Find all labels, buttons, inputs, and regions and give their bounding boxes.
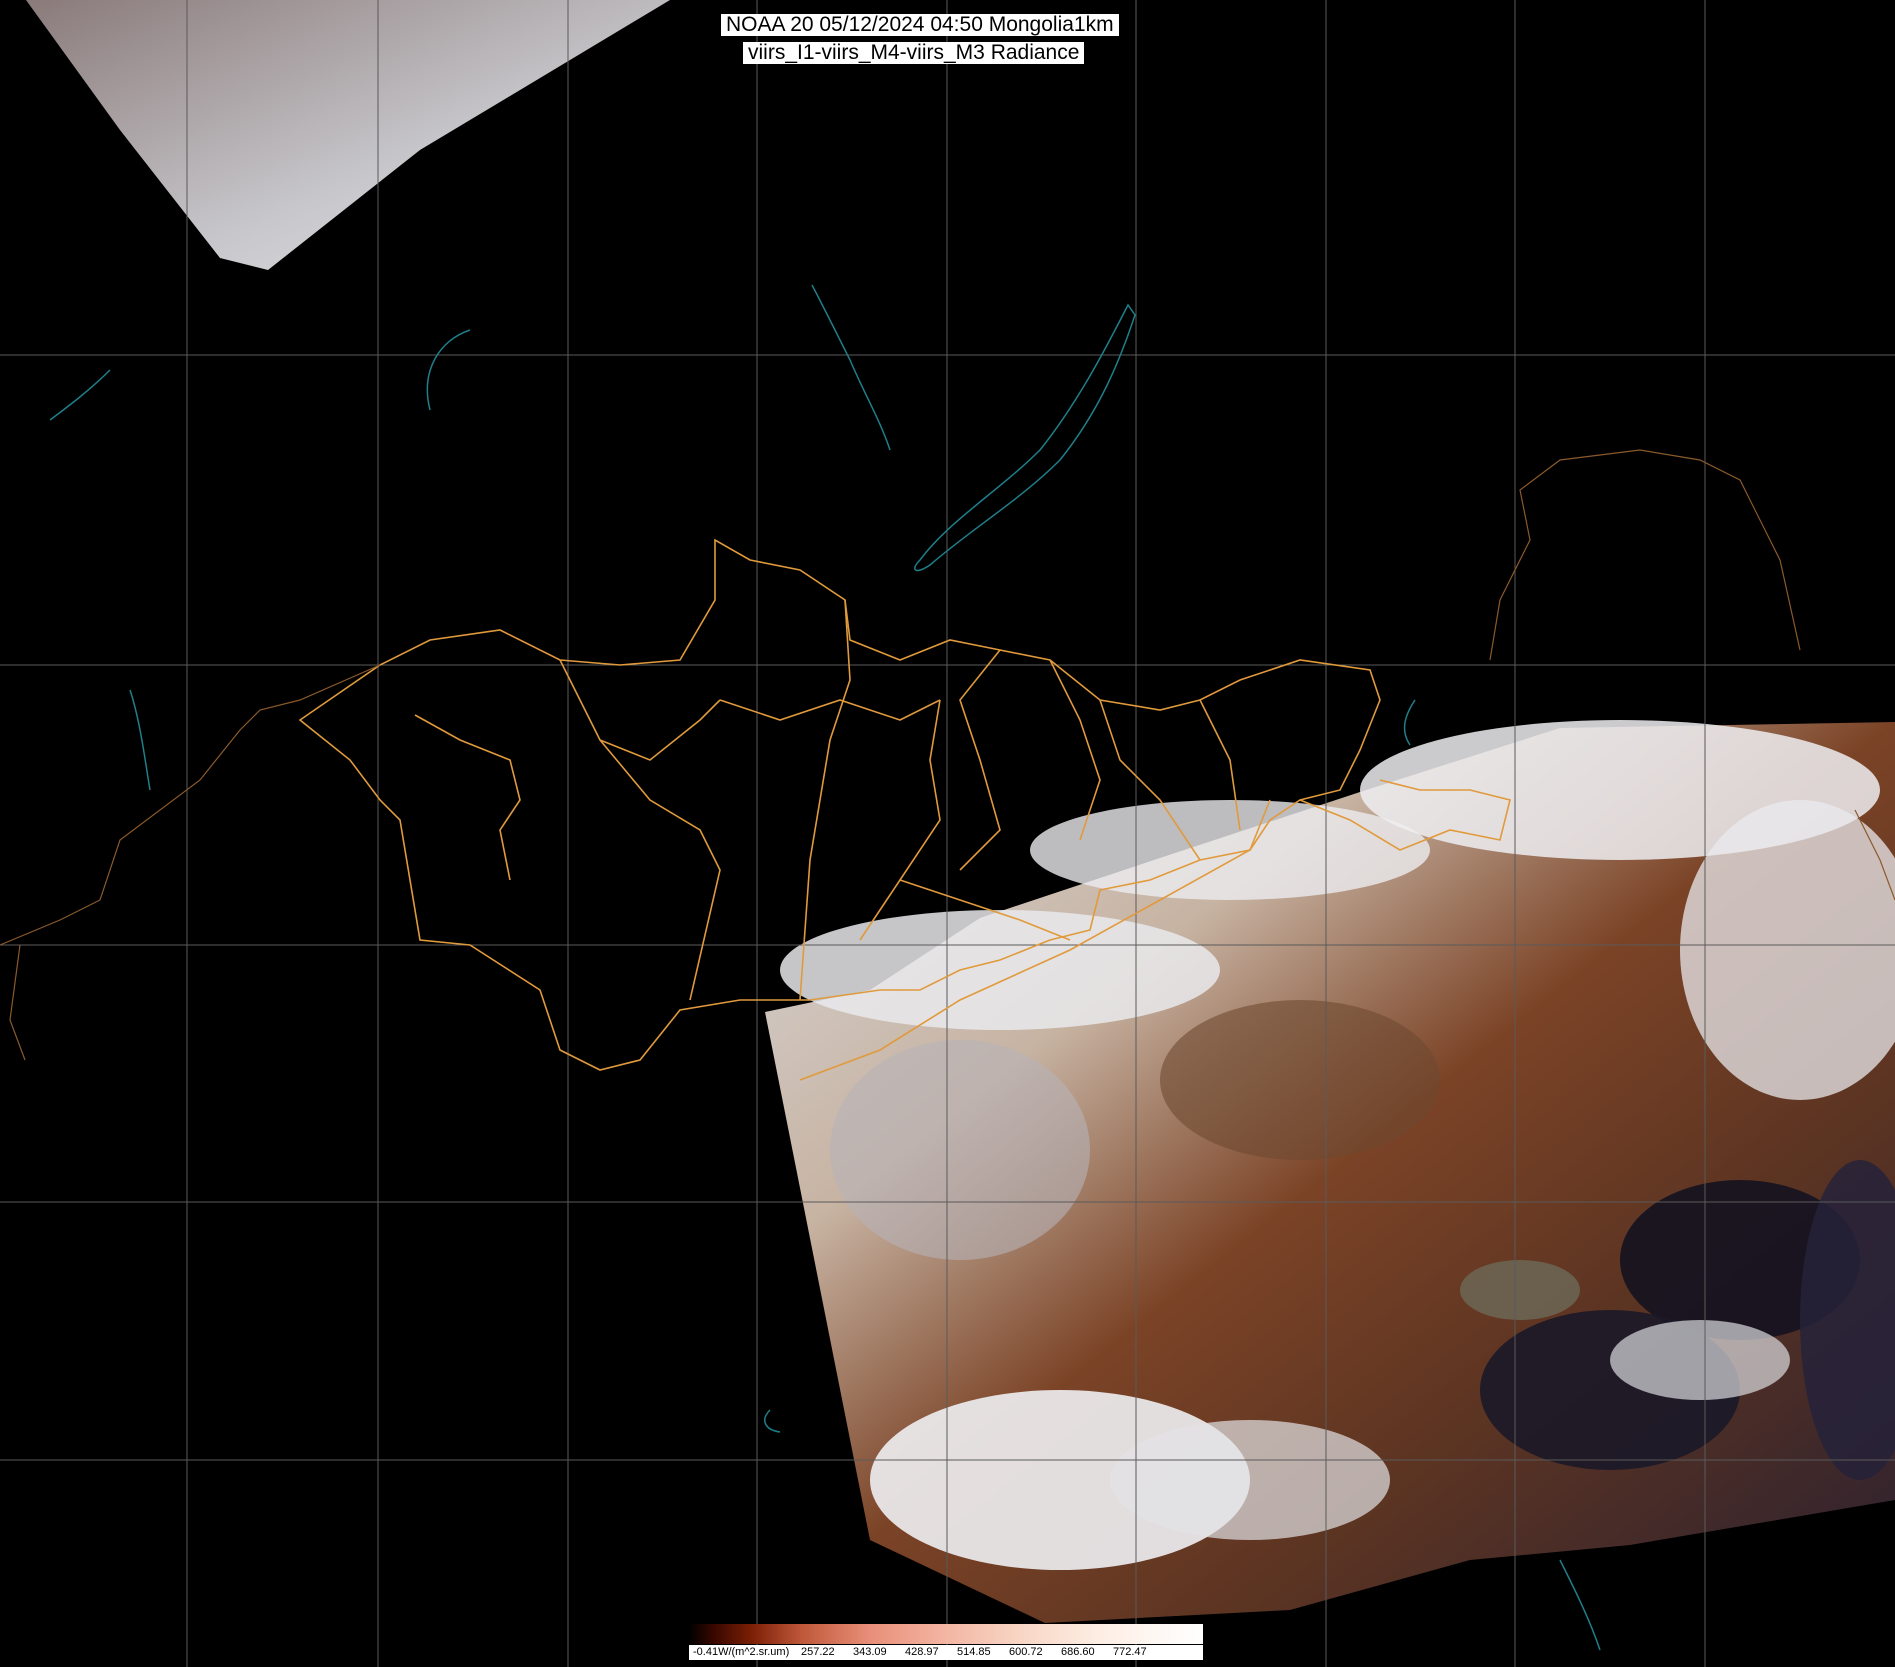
colorbar-label: 343.09 (853, 1646, 887, 1658)
colorbar-gradient (689, 1624, 1203, 1644)
swath-northwest (26, 0, 670, 270)
map-view: NOAA 20 05/12/2024 04:50 Mongolia1km vii… (0, 0, 1895, 1667)
colorbar-label-min: -0.41W/(m^2.sr.um) (693, 1646, 790, 1658)
colorbar-label: 600.72 (1009, 1646, 1043, 1658)
colorbar-label: 257.22 (801, 1646, 835, 1658)
map-title-line2: viirs_I1-viirs_M4-viirs_M3 Radiance (743, 42, 1085, 64)
colorbar-labels: -0.41W/(m^2.sr.um) 257.22 343.09 428.97 … (689, 1645, 1203, 1660)
colorbar-label: 514.85 (957, 1646, 991, 1658)
colorbar: -0.41W/(m^2.sr.um) 257.22 343.09 428.97 … (689, 1624, 1203, 1660)
swath-main (765, 720, 1895, 1623)
map-title-line1: NOAA 20 05/12/2024 04:50 Mongolia1km (721, 14, 1119, 36)
colorbar-label-max: 772.47 (1113, 1646, 1147, 1658)
colorbar-label: 686.60 (1061, 1646, 1095, 1658)
satellite-map (0, 0, 1895, 1667)
colorbar-label: 428.97 (905, 1646, 939, 1658)
